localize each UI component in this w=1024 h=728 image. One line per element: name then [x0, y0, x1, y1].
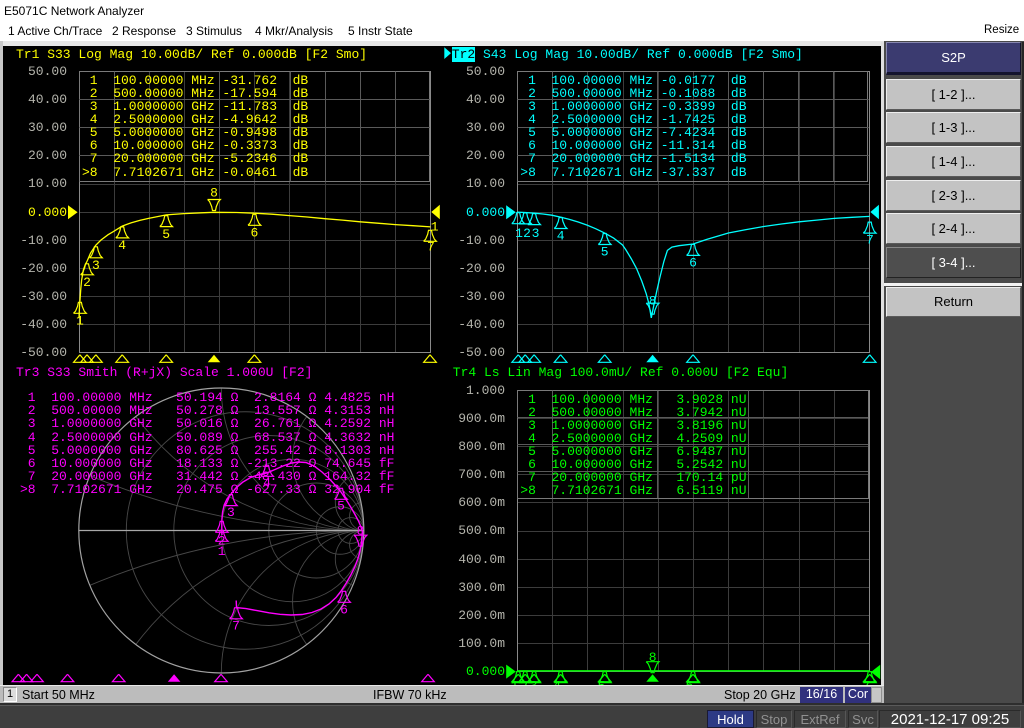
svg-text:2: 2: [523, 226, 531, 241]
svg-text:5: 5: [162, 227, 170, 242]
svg-text:6: 6: [689, 256, 697, 271]
svg-text:3: 3: [92, 258, 100, 273]
svg-text:7: 7: [866, 233, 874, 248]
svg-text:4: 4: [557, 229, 565, 244]
svg-text:1: 1: [515, 226, 523, 241]
svg-text:8: 8: [649, 294, 657, 309]
svg-text:1: 1: [431, 220, 439, 235]
svg-text:3: 3: [227, 505, 235, 520]
svg-text:2: 2: [218, 534, 226, 549]
svg-text:7: 7: [427, 239, 435, 254]
svg-text:4: 4: [118, 238, 126, 253]
svg-text:8: 8: [649, 650, 657, 665]
svg-text:6: 6: [250, 226, 258, 241]
svg-text:6: 6: [340, 603, 348, 618]
svg-text:5: 5: [337, 499, 345, 514]
svg-text:7: 7: [232, 619, 240, 634]
svg-text:5: 5: [601, 245, 609, 260]
svg-text:3: 3: [532, 226, 540, 241]
svg-text:8: 8: [210, 185, 218, 200]
svg-text:1: 1: [76, 314, 84, 329]
svg-text:8: 8: [357, 524, 365, 539]
svg-text:2: 2: [83, 275, 91, 290]
